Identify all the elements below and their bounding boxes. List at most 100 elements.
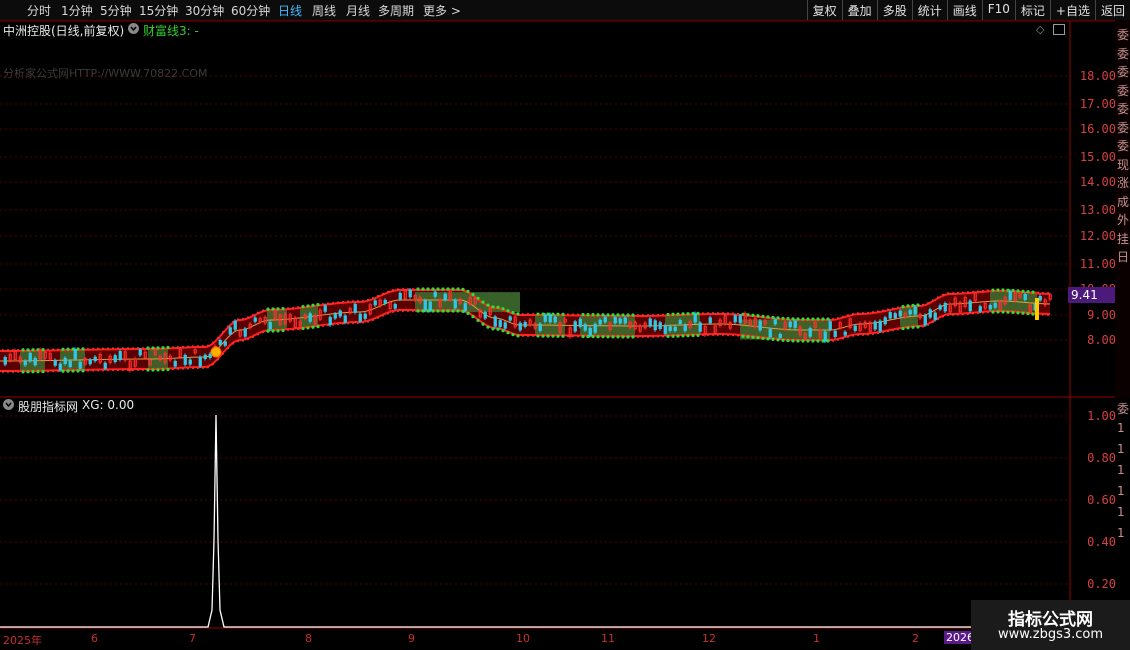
band-dot — [332, 301, 334, 304]
band-dot — [957, 291, 959, 294]
band-dot — [882, 309, 884, 312]
band-dot — [52, 370, 54, 373]
date-tick: 6 — [91, 632, 98, 645]
band-dot — [81, 347, 85, 351]
band-dot — [952, 291, 954, 294]
band-dot — [446, 309, 450, 313]
band-dot — [852, 312, 854, 315]
candle-body — [788, 321, 792, 328]
band-dot — [441, 309, 445, 313]
candle-body — [793, 320, 797, 328]
candle-body — [658, 322, 662, 330]
right-edge-char: 委 — [1117, 46, 1130, 61]
band-dot — [867, 333, 869, 336]
band-dot — [1021, 311, 1025, 315]
right-edge-char: 委 — [1117, 402, 1130, 416]
candle-body — [253, 317, 257, 322]
band-dot — [546, 334, 550, 338]
band-dot — [387, 290, 389, 293]
band-dot — [766, 315, 770, 319]
band-dot — [927, 301, 929, 304]
band-dot — [496, 305, 500, 309]
band-dot — [551, 334, 555, 338]
band-dot — [732, 312, 734, 315]
candle-body — [398, 292, 402, 300]
band-dot — [237, 318, 239, 321]
band-dot — [322, 302, 324, 305]
band-dot — [486, 325, 490, 329]
candle-body — [693, 313, 697, 323]
band-dot — [1047, 291, 1049, 294]
band-dot — [666, 312, 670, 317]
band-dot — [107, 347, 109, 350]
band-dot — [686, 334, 690, 338]
band-dot — [567, 313, 569, 316]
right-edge-char: 委 — [1117, 102, 1130, 116]
band-dot — [151, 368, 155, 372]
band-dot — [991, 288, 995, 292]
band-dot — [436, 287, 440, 291]
band-dot — [481, 300, 485, 304]
candle-body — [733, 315, 737, 323]
candle-body — [873, 321, 877, 330]
band-dot — [937, 318, 939, 321]
right-edge-char: 挂 — [1117, 231, 1130, 246]
band-dot — [801, 339, 805, 343]
band-dot — [217, 358, 219, 361]
candle-body — [188, 359, 192, 365]
band-dot — [722, 334, 724, 337]
sub-indicator-name: 股朋指标网 — [18, 400, 79, 414]
band-dot — [47, 370, 49, 373]
band-dot — [1042, 313, 1044, 316]
candle-body — [843, 331, 847, 336]
band-dot — [862, 333, 864, 336]
band-dot — [761, 314, 765, 318]
band-dot — [867, 311, 869, 314]
band-dot — [197, 345, 199, 348]
band-dot — [132, 347, 134, 350]
band-dot — [146, 368, 150, 372]
band-dot — [642, 335, 644, 338]
band-dot — [161, 346, 165, 350]
band-dot — [1016, 311, 1020, 315]
sub-tick: 0.40 — [1087, 535, 1116, 549]
band-dot — [527, 335, 529, 338]
band-dot — [306, 326, 310, 330]
candle-body — [358, 313, 362, 322]
band-dot — [52, 348, 54, 351]
band-dot — [192, 345, 194, 348]
band-dot — [816, 339, 820, 343]
band-dot — [642, 313, 644, 316]
band-dot — [327, 302, 329, 305]
band-dot — [156, 368, 160, 372]
band-dot — [117, 347, 119, 350]
sub-toggle-icon[interactable] — [3, 399, 14, 410]
band-dot — [237, 340, 239, 343]
band-dot — [947, 314, 949, 317]
band-dot — [242, 339, 244, 342]
band-dot — [362, 299, 364, 302]
band-dot — [947, 292, 949, 295]
band-dot — [932, 321, 934, 324]
candle-body — [648, 318, 652, 327]
band-dot — [481, 322, 485, 326]
band-dot — [316, 303, 320, 307]
band-dot — [601, 335, 605, 339]
band-dot — [357, 322, 359, 325]
band-dot — [751, 335, 755, 339]
band-dot — [382, 314, 384, 317]
right-edge-char: 委 — [1117, 120, 1130, 135]
band-dot — [266, 329, 270, 333]
candle-body — [943, 302, 947, 312]
candle-body — [678, 320, 682, 324]
band-dot — [122, 369, 124, 372]
band-dot — [577, 335, 579, 338]
band-dot — [652, 313, 654, 316]
band-dot — [476, 318, 480, 322]
band-dot — [962, 313, 964, 316]
band-dot — [826, 317, 830, 321]
band-dot — [996, 310, 1000, 314]
candle-body — [88, 359, 92, 365]
band-dot — [832, 317, 834, 320]
band-dot — [2, 348, 4, 351]
